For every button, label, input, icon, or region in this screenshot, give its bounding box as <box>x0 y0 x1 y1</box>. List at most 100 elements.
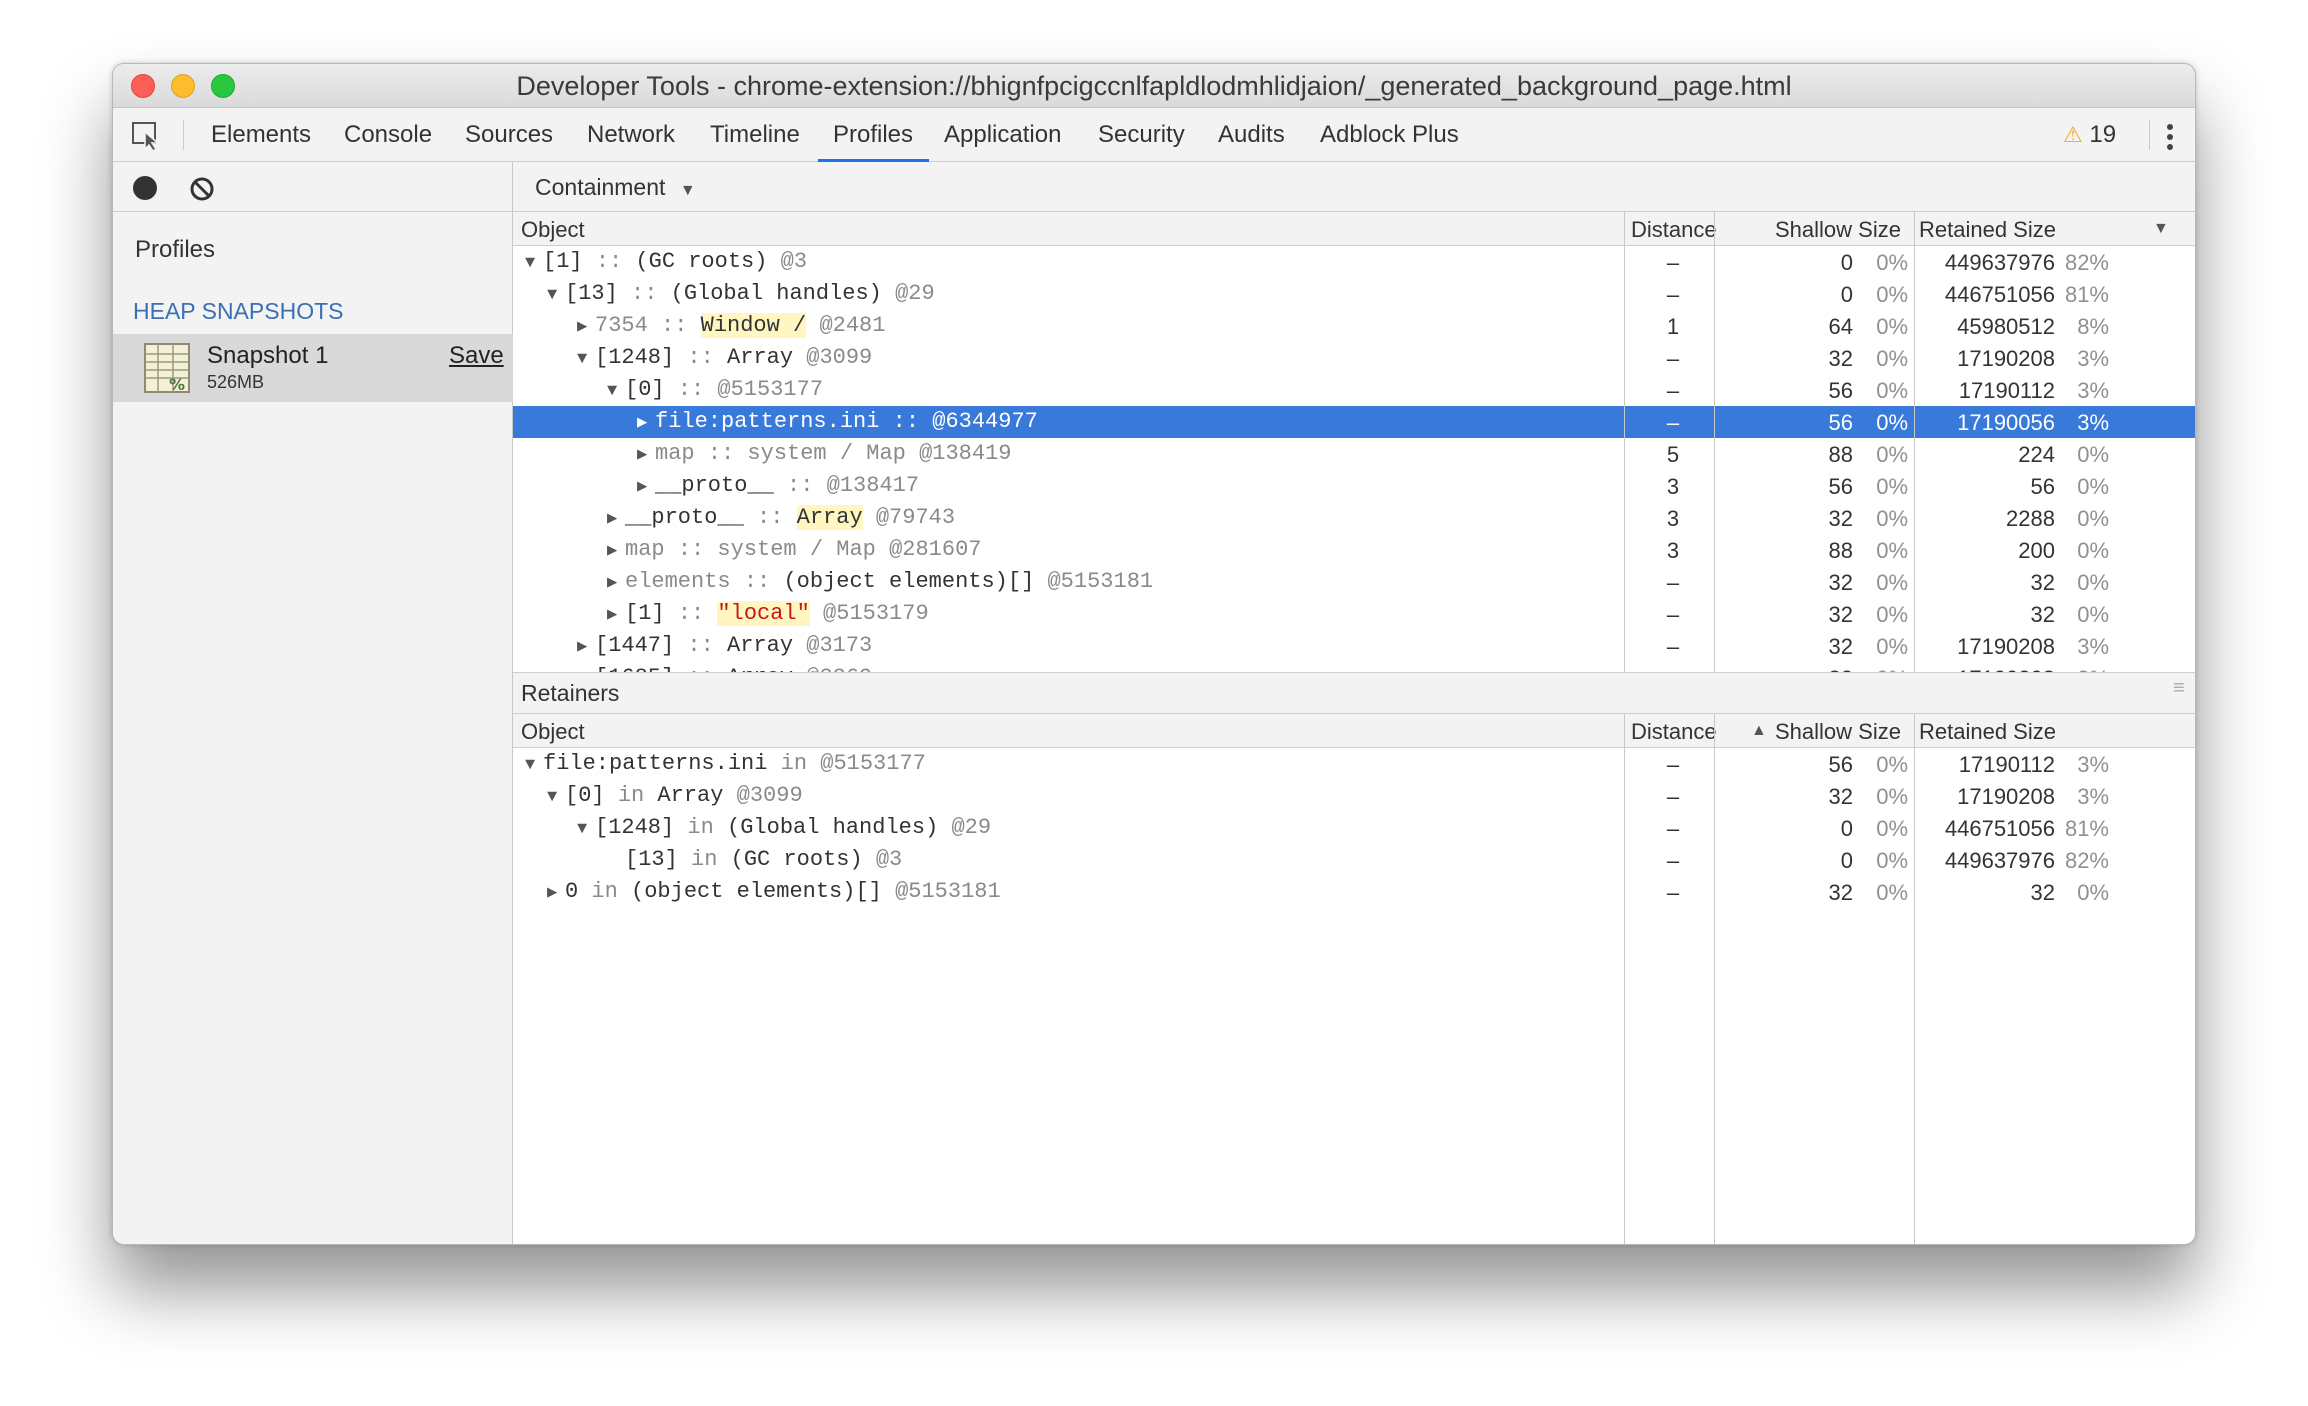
expand-arrow-icon[interactable]: ▶ <box>577 636 595 657</box>
warnings-counter[interactable]: ⚠ 19 <box>2063 108 2116 162</box>
tab-timeline[interactable]: Timeline <box>710 108 800 162</box>
column-object[interactable]: Object <box>521 217 585 243</box>
table-row[interactable]: ▼ file:patterns.ini in @5153177 – 56 0% 17190… <box>513 748 2195 780</box>
table-row[interactable]: [13] in (GC roots) @3 – 0 0% 449637976 82% <box>513 844 2195 876</box>
table-row[interactable]: ▶ 0 in (object elements)[] @5153181 – 32 0% 3… <box>513 876 2195 908</box>
separator: :: <box>677 601 705 626</box>
separator: :: <box>677 377 705 402</box>
save-snapshot-link[interactable]: Save <box>449 342 504 370</box>
shallow-percent-cell: 0% <box>1876 474 1908 499</box>
expand-arrow-icon[interactable]: ▶ <box>577 316 595 337</box>
table-row[interactable]: ▶ file:patterns.ini :: @6344977 – 56 0% 17190… <box>513 406 2195 438</box>
table-row[interactable]: ▶ [1] :: "local" @5153179 – 32 0% 32 0% <box>513 598 2195 630</box>
record-icon[interactable] <box>133 176 157 200</box>
resize-handle-icon[interactable]: ≡ <box>2173 677 2185 700</box>
object-class: system / Map <box>747 441 906 466</box>
table-row[interactable]: ▼ [0] :: @5153177 – 56 0% 17190112 3% <box>513 374 2195 406</box>
retained-percent-cell: 0% <box>2077 570 2109 595</box>
collapse-arrow-icon[interactable]: ▼ <box>607 382 625 401</box>
separator: :: <box>707 441 735 466</box>
collapse-arrow-icon[interactable]: ▼ <box>525 756 543 775</box>
separator: :: <box>687 633 714 658</box>
table-row[interactable]: ▼ [13] :: (Global handles) @29 – 0 0% 4467510… <box>513 278 2195 310</box>
window-title: Developer Tools - chrome-extension://bhi… <box>516 71 1792 101</box>
retained-percent-cell: 0% <box>2077 880 2109 905</box>
expand-arrow-icon[interactable]: ▶ <box>547 882 565 903</box>
separator: :: <box>757 505 784 530</box>
object-class: Array <box>727 665 793 672</box>
table-row[interactable]: ▶ map :: system / Map @281607 3 88 0% 200 0% <box>513 534 2195 566</box>
retained-size-cell: 17190208 <box>1957 346 2055 371</box>
shallow-percent-cell: 0% <box>1876 410 1908 435</box>
shallow-size-cell: 64 <box>1828 314 1853 339</box>
tab-profiles[interactable]: Profiles <box>833 108 913 162</box>
table-row[interactable]: ▼ [1248] :: Array @3099 – 32 0% 17190208 3% <box>513 342 2195 374</box>
tab-sources[interactable]: Sources <box>465 108 553 162</box>
column-divider <box>1624 212 1625 672</box>
object-id: @138417 <box>826 473 920 498</box>
distance-cell: – <box>1666 816 1680 841</box>
snapshot-item[interactable]: % Snapshot 1 526MB Save <box>113 334 513 402</box>
tab-adblock-plus[interactable]: Adblock Plus <box>1320 108 1459 162</box>
object-id: @5153177 <box>717 377 824 402</box>
retained-percent-cell: 8% <box>2077 314 2109 339</box>
collapse-arrow-icon[interactable]: ▼ <box>547 286 565 305</box>
tab-application[interactable]: Application <box>944 108 1061 162</box>
distance-cell: 5 <box>1666 442 1680 467</box>
column-shallow-size[interactable]: Shallow Size <box>1775 217 1901 243</box>
collapse-arrow-icon[interactable]: ▼ <box>525 254 543 273</box>
object-cell: ▶[1685] :: Array @3269 <box>577 665 872 672</box>
retained-size-cell: 56 <box>2030 474 2055 499</box>
heap-snapshot-view: Containment ▼ Object Distance Shallow Si… <box>513 162 2195 1244</box>
column-object[interactable]: Object <box>521 719 585 745</box>
object-id: @5153179 <box>823 601 929 626</box>
object-class: system / Map <box>717 537 876 562</box>
table-row[interactable]: ▼ [1248] in (Global handles) @29 – 0 0% 44675… <box>513 812 2195 844</box>
table-row[interactable]: ▶ map :: system / Map @138419 5 88 0% 224 0% <box>513 438 2195 470</box>
separator: :: <box>892 409 920 434</box>
table-row[interactable]: ▶ __proto__ :: Array @79743 3 32 0% 2288 0% <box>513 502 2195 534</box>
table-row[interactable]: ▶ elements :: (object elements)[] @515318… <box>513 566 2195 598</box>
clear-all-icon[interactable] <box>189 176 215 202</box>
inspect-element-icon[interactable] <box>131 120 165 153</box>
title-bar: Developer Tools - chrome-extension://bhi… <box>113 64 2195 108</box>
retained-size-cell: 32 <box>2030 602 2055 627</box>
table-row[interactable]: ▶ 7354 :: Window / @2481 1 64 0% 45980512 8% <box>513 310 2195 342</box>
expand-arrow-icon[interactable]: ▶ <box>637 444 655 465</box>
table-row[interactable]: ▼ [1] :: (GC roots) @3 – 0 0% 449637976 82% <box>513 246 2195 278</box>
tab-security[interactable]: Security <box>1098 108 1185 162</box>
retained-size-cell: 2288 <box>2006 506 2055 531</box>
expand-arrow-icon[interactable]: ▶ <box>637 476 655 497</box>
collapse-arrow-icon[interactable]: ▼ <box>577 350 595 369</box>
distance-cell: 1 <box>1666 314 1680 339</box>
collapse-arrow-icon[interactable]: ▼ <box>577 820 595 839</box>
column-shallow-size[interactable]: Shallow Size <box>1775 719 1901 745</box>
tab-console[interactable]: Console <box>344 108 432 162</box>
table-row[interactable]: ▶[1685] :: Array @3269–320%171902083% <box>513 662 2195 672</box>
view-select[interactable]: Containment ▼ <box>535 162 696 212</box>
expand-arrow-icon[interactable]: ▶ <box>607 572 625 593</box>
tab-audits[interactable]: Audits <box>1218 108 1285 162</box>
object-cell: ▼ [0] :: @5153177 <box>607 377 823 402</box>
object-name: elements <box>625 569 731 594</box>
expand-arrow-icon[interactable]: ▶ <box>607 508 625 529</box>
tab-elements[interactable]: Elements <box>211 108 311 162</box>
more-options-icon[interactable] <box>2157 122 2183 152</box>
table-row[interactable]: ▼ [0] in Array @3099 – 32 0% 17190208 3% <box>513 780 2195 812</box>
expand-arrow-icon[interactable]: ▶ <box>607 604 625 625</box>
collapse-arrow-icon[interactable]: ▼ <box>547 788 565 807</box>
table-row[interactable]: ▶ __proto__ :: @138417 3 56 0% 56 0% <box>513 470 2195 502</box>
column-retained-size[interactable]: Retained Size <box>1919 719 2056 745</box>
column-distance[interactable]: Distance <box>1631 719 1717 745</box>
column-distance[interactable]: Distance <box>1631 217 1717 243</box>
table-row[interactable]: ▶ [1447] :: Array @3173 – 32 0% 17190208 3% <box>513 630 2195 662</box>
expand-arrow-icon[interactable]: ▶ <box>637 412 655 433</box>
distance-cell: – <box>1666 250 1680 275</box>
distance-cell: – <box>1666 634 1680 659</box>
containment-grid: ▼ [1] :: (GC roots) @3–0 0% 449637976 82% ▼ [1… <box>513 246 2195 672</box>
column-retained-size[interactable]: Retained Size <box>1919 217 2056 243</box>
shallow-percent-cell: 0% <box>1876 634 1908 659</box>
object-name: [13] <box>565 281 618 306</box>
tab-network[interactable]: Network <box>587 108 675 162</box>
expand-arrow-icon[interactable]: ▶ <box>607 540 625 561</box>
